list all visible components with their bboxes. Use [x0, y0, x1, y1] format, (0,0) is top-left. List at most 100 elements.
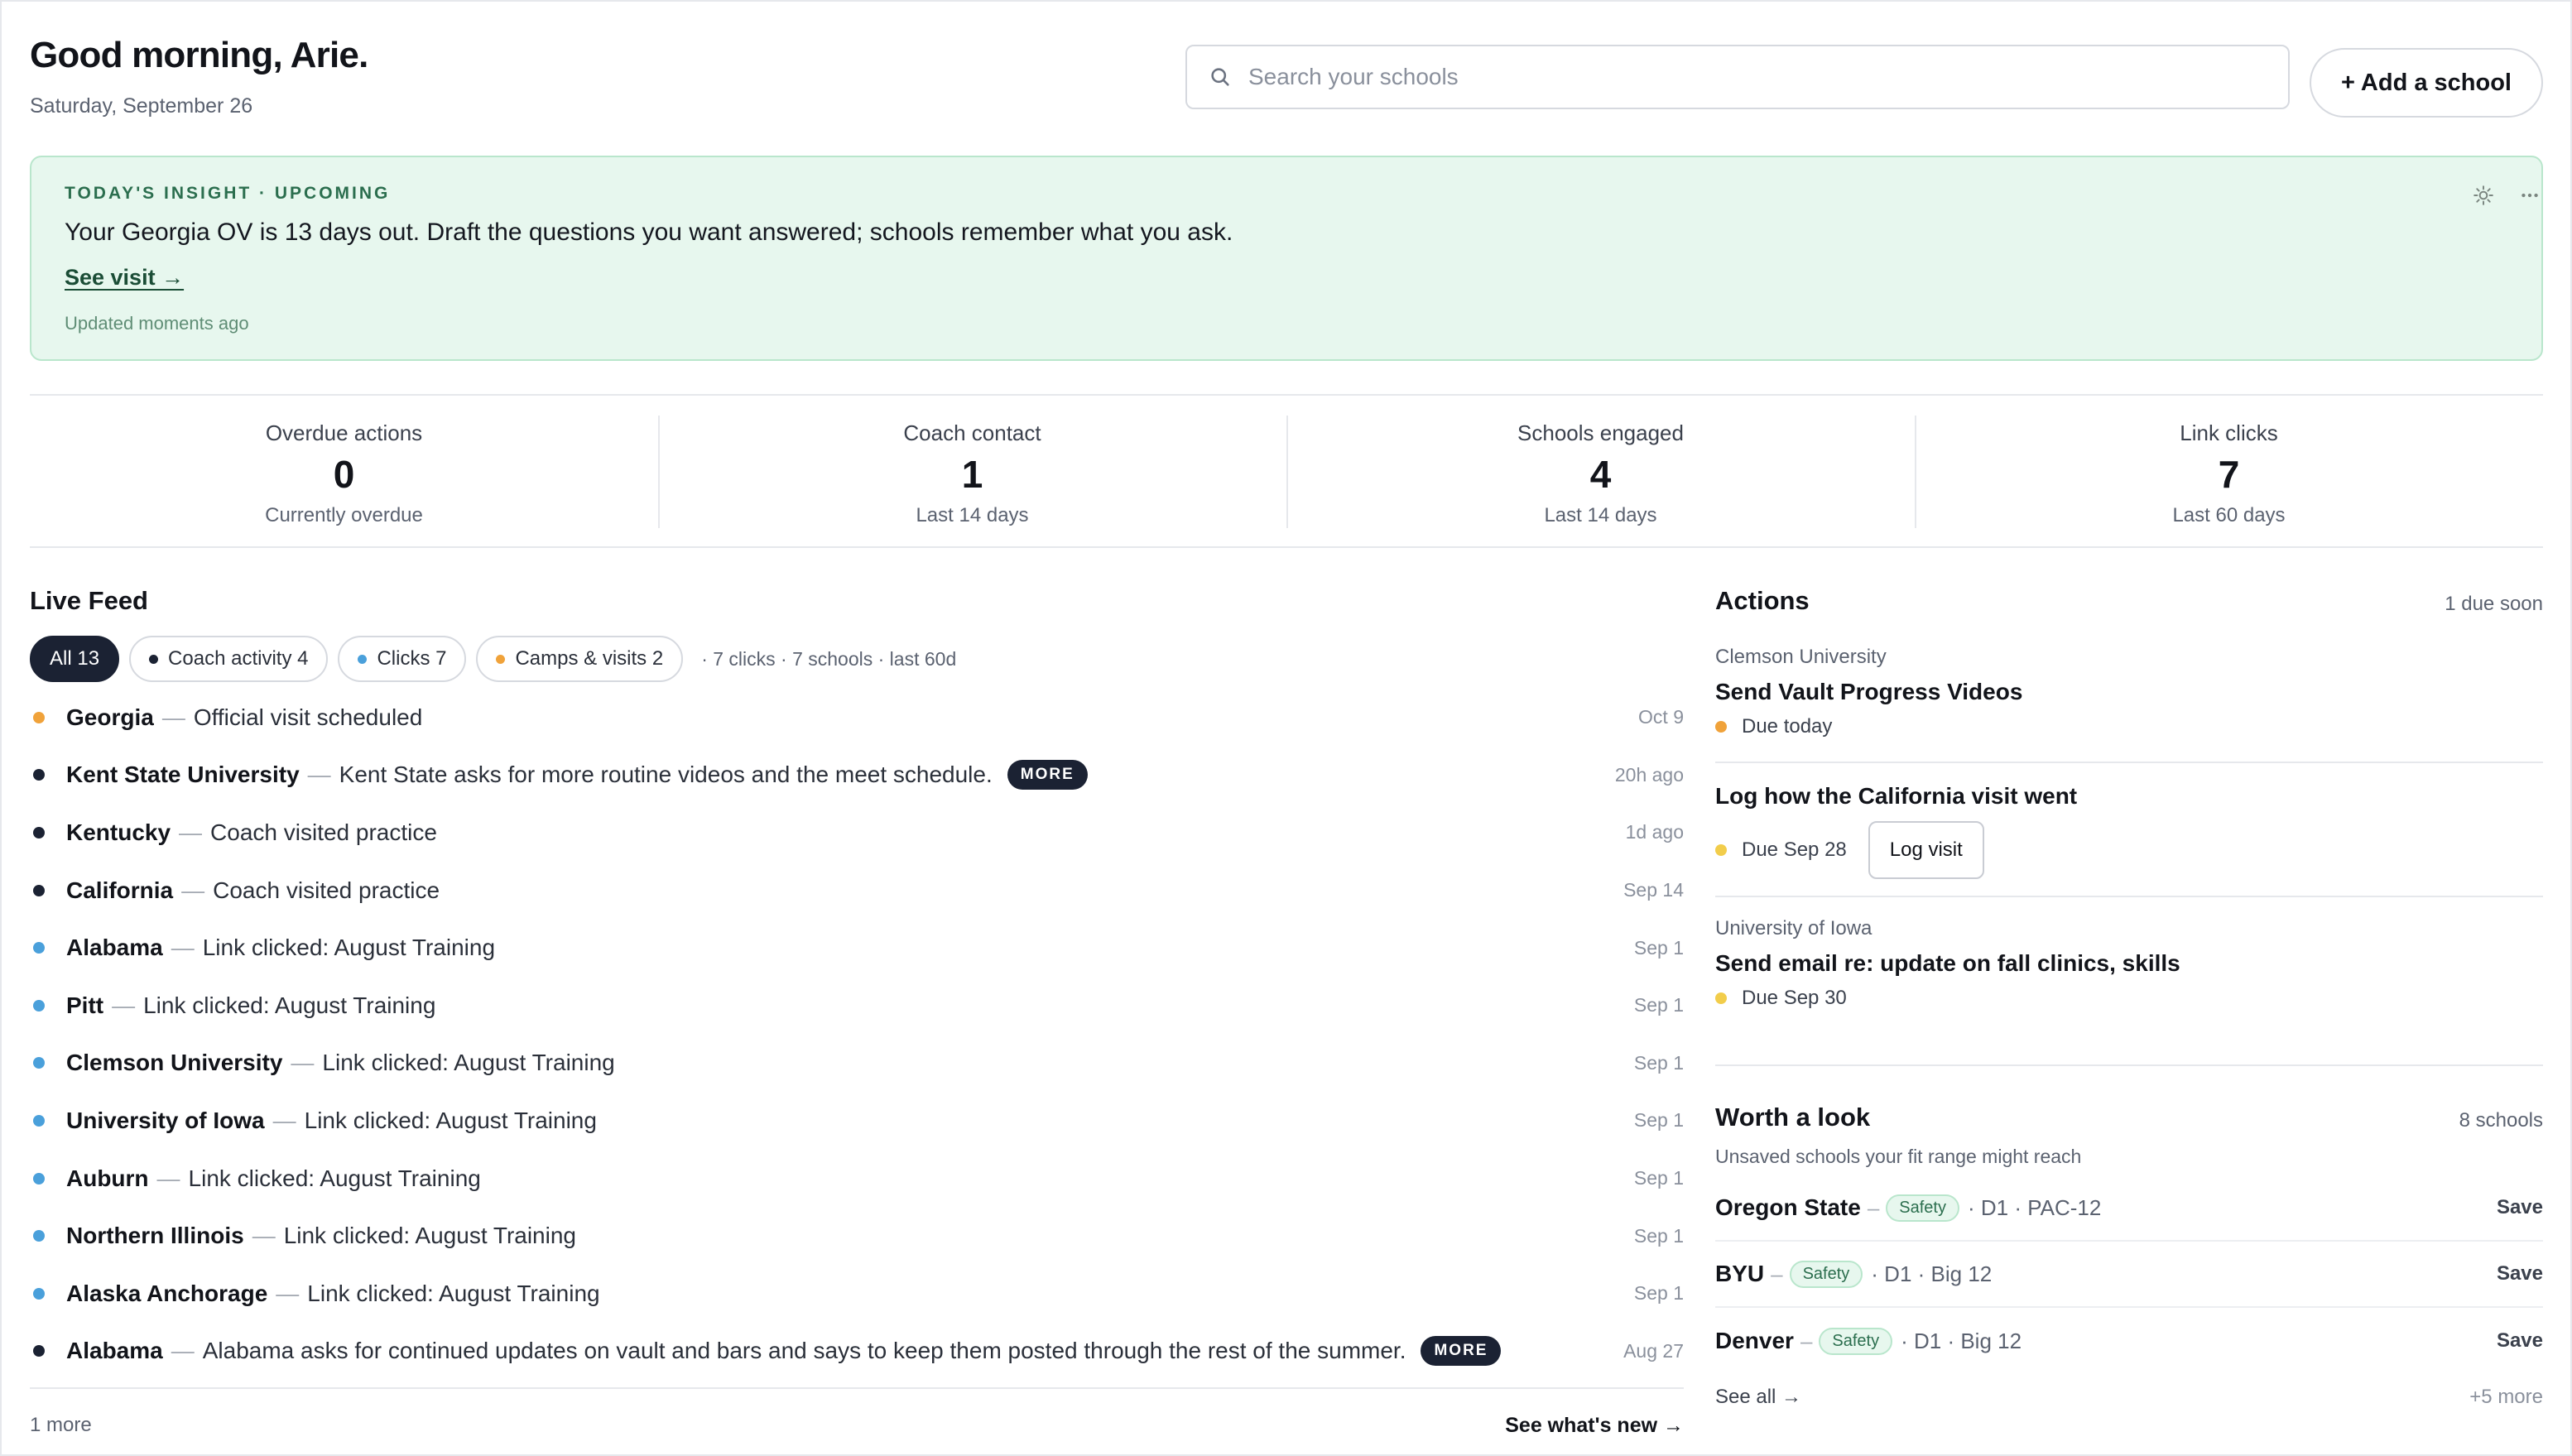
safety-badge: Safety [1886, 1194, 1959, 1222]
chip-dot [358, 654, 368, 664]
feed-item-description: Link clicked: August Training [202, 935, 496, 961]
action-item[interactable]: Clemson University Send Vault Progress V… [1715, 646, 2543, 738]
feed-summary: · 7 clicks · 7 schools · last 60d [701, 647, 957, 670]
stat-sub: Last 60 days [2172, 504, 2286, 526]
chip-dot [149, 654, 159, 664]
feed-item-time: Sep 1 [1633, 1167, 1684, 1189]
feed-item-separator: — [181, 877, 205, 903]
see-all-link[interactable]: See all → [1715, 1386, 1801, 1409]
feed-item-dot [33, 1172, 45, 1185]
worth-school-name: BYU [1715, 1261, 1765, 1286]
stat-schools-engaged: Schools engaged 4 Last 14 days [1286, 396, 1915, 546]
feed-item-school: Northern Illinois [66, 1223, 244, 1249]
feed-item-school: Kentucky [66, 819, 171, 845]
worth-school-meta: · D1 · PAC-12 [1967, 1194, 2102, 1220]
feed-item-school: Pitt [66, 992, 104, 1018]
search-icon [1211, 68, 1229, 86]
filter-chip-all[interactable]: All 13 [30, 636, 120, 682]
feed-item-dot [33, 769, 45, 781]
action-item[interactable]: Log how the California visit went Due Se… [1715, 783, 2543, 879]
filter-chip-coach-activity[interactable]: Coach activity 4 [129, 636, 329, 682]
save-button[interactable]: Save [2497, 1329, 2543, 1353]
more-schools-count[interactable]: +5 more [2469, 1386, 2543, 1409]
log-visit-button[interactable]: Log visit [1868, 821, 1984, 879]
feed-item-dot [33, 826, 45, 839]
chip-dot [496, 654, 506, 664]
see-whats-new-link[interactable]: See what's new → [1505, 1414, 1684, 1438]
feed-item-time: 20h ago [1614, 763, 1684, 786]
feed-item-school: Alabama [66, 935, 163, 961]
feed-item-dot [33, 1057, 45, 1069]
feed-item-dot [33, 999, 45, 1012]
feed-item[interactable]: University of Iowa — Link clicked: August … [30, 1092, 1684, 1150]
feed-item-description: Link clicked: August Training [307, 1280, 600, 1306]
live-feed-title: Live Feed [30, 586, 148, 615]
more-icon[interactable] [2515, 180, 2545, 210]
feed-item[interactable]: Northern Illinois — Link clicked: August T… [30, 1207, 1684, 1265]
feed-item-description: Link clicked: August Training [304, 1107, 597, 1133]
worth-row[interactable]: BYU – Safety · D1 · Big 12 Save [1715, 1242, 2543, 1308]
feed-item-description: Link clicked: August Training [322, 1050, 615, 1076]
dash: – [1867, 1194, 1880, 1220]
stat-value: 4 [1589, 453, 1612, 496]
worth-row[interactable]: Denver – Safety · D1 · Big 12 Save [1715, 1308, 2543, 1374]
due-dot [1715, 721, 1727, 733]
chip-label: Camps & visits 2 [515, 647, 664, 670]
feed-item-time: Sep 1 [1633, 994, 1684, 1016]
action-item[interactable]: University of Iowa Send email re: update… [1715, 917, 2543, 1010]
chip-label: Clicks 7 [377, 647, 447, 670]
action-org: University of Iowa [1715, 917, 1873, 939]
feed-item-dot [33, 1345, 45, 1357]
sun-icon[interactable] [2469, 180, 2498, 210]
feed-item-time: 1d ago [1625, 821, 1684, 843]
feed-item[interactable]: Alabama — Alabama asks for continued updat… [30, 1323, 1684, 1381]
stat-value: 1 [961, 453, 983, 496]
feed-item-dot [33, 711, 45, 723]
feed-item[interactable]: Auburn — Link clicked: August Training Sep … [30, 1150, 1684, 1208]
worth-title: Worth a look [1715, 1103, 1871, 1132]
search-input[interactable] [1248, 64, 2242, 90]
feed-item-dot [33, 942, 45, 954]
filter-chip-camps-visits[interactable]: Camps & visits 2 [476, 636, 684, 682]
action-due: Due today [1715, 715, 2543, 738]
stats-bar: Overdue actions 0 Currently overdue Coac… [30, 394, 2543, 548]
stat-overdue-actions: Overdue actions 0 Currently overdue [30, 396, 658, 546]
more-badge[interactable]: MORE [1007, 760, 1088, 790]
feed-item[interactable]: California — Coach visited practice Sep 14 [30, 862, 1684, 920]
feed-item-separator: — [252, 1223, 276, 1249]
action-due: Due Sep 28 Log visit [1715, 821, 2543, 879]
feed-item-time: Sep 1 [1633, 1282, 1684, 1305]
more-badge[interactable]: MORE [1421, 1336, 1502, 1367]
see-visit-link[interactable]: See visit → [65, 265, 184, 291]
feed-item[interactable]: Pitt — Link clicked: August Training Sep 1 [30, 977, 1684, 1035]
feed-item[interactable]: Kent State University — Kent State asks fo… [30, 747, 1684, 805]
feed-item-school: University of Iowa [66, 1107, 265, 1133]
feed-item-school: Auburn [66, 1165, 149, 1191]
save-button[interactable]: Save [2497, 1196, 2543, 1219]
action-due-text: Due Sep 28 [1742, 839, 1847, 861]
save-button[interactable]: Save [2497, 1262, 2543, 1285]
feed-item-description: Link clicked: August Training [143, 992, 436, 1018]
worth-school-meta: · D1 · Big 12 [1901, 1328, 2022, 1353]
filter-chip-clicks[interactable]: Clicks 7 [338, 636, 467, 682]
feed-item-time: Oct 9 [1638, 706, 1684, 728]
feed-item[interactable]: Kentucky — Coach visited practice 1d ago [30, 804, 1684, 862]
chip-label: All 13 [50, 647, 100, 670]
stat-value: 7 [2218, 453, 2240, 496]
feed-item[interactable]: Clemson University — Link clicked: August … [30, 1035, 1684, 1093]
worth-school-name: Denver [1715, 1328, 1794, 1353]
feed-more-count[interactable]: 1 more [30, 1414, 92, 1437]
insight-banner: TODAY'S INSIGHT · UPCOMING Your Georgia … [30, 156, 2543, 361]
feed-item[interactable]: Alaska Anchorage — Link clicked: August Tr… [30, 1265, 1684, 1323]
feed-item-description: Link clicked: August Training [283, 1223, 576, 1249]
search-box[interactable] [1185, 45, 2290, 109]
feed-item[interactable]: Alabama — Link clicked: August Training Sep… [30, 919, 1684, 977]
actions-due-summary: 1 due soon [2445, 593, 2543, 615]
worth-row[interactable]: Oregon State – Safety · D1 · PAC-12 Save [1715, 1175, 2543, 1242]
stat-label: Schools engaged [1517, 420, 1684, 445]
add-school-button[interactable]: + Add a school [2310, 48, 2543, 118]
feed-item[interactable]: Georgia — Official visit scheduled Oct 9 [30, 689, 1684, 747]
feed-item-separator: — [171, 1338, 195, 1364]
feed-item-dot [33, 1114, 45, 1127]
stat-value: 0 [333, 453, 355, 496]
